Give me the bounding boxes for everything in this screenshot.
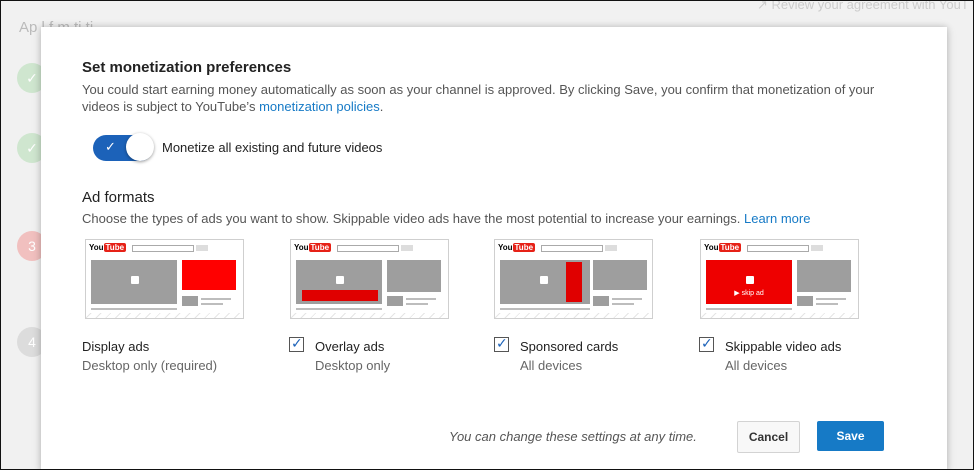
video-player-shape [91, 260, 177, 304]
camera-icon [131, 276, 139, 284]
search-button-shape [811, 245, 823, 251]
camera-icon [336, 276, 344, 284]
torn-edge [291, 313, 448, 318]
search-button-shape [605, 245, 617, 251]
save-button[interactable]: Save [817, 421, 884, 451]
overlay-ads-subtitle: Desktop only [315, 358, 391, 373]
skip-ad-label: ▶ skip ad [734, 290, 764, 297]
review-agreement-link[interactable]: ↗ Review your agreement with YouT [757, 1, 969, 13]
torn-edge [86, 313, 243, 318]
monetization-description-text: You could start earning money automatica… [82, 82, 875, 114]
skippable-video-ads-thumbnail: You Tube ▶ skip ad [700, 239, 859, 319]
ad-formats-description: Choose the types of ads you want to show… [82, 211, 810, 226]
monetization-policies-link[interactable]: monetization policies [259, 99, 380, 114]
search-bar-shape [541, 245, 603, 252]
description-period: . [379, 99, 384, 114]
side-video-shape [593, 260, 647, 290]
search-button-shape [196, 245, 208, 251]
checkmark-icon: ✓ [701, 335, 713, 351]
video-player-shape [500, 260, 590, 304]
related-thumb-shape [797, 296, 813, 306]
overlay-ad-banner [302, 290, 378, 301]
checkmark-icon: ✓ [496, 335, 508, 351]
related-line-shape [612, 298, 642, 300]
related-line-shape [816, 298, 846, 300]
related-line-shape [201, 298, 231, 300]
search-button-shape [401, 245, 413, 251]
screenshot-frame: Ap l f m ti ti ↗ Review your agreement w… [0, 0, 974, 470]
learn-more-link[interactable]: Learn more [744, 211, 810, 226]
youtube-logo: You Tube [294, 243, 332, 252]
skippable-video-ads-subtitle: All devices [725, 358, 788, 373]
ad-formats-title: Ad formats [82, 189, 155, 206]
related-line-shape [612, 303, 634, 305]
youtube-logo: You Tube [89, 243, 127, 252]
search-bar-shape [747, 245, 809, 252]
display-ads-thumbnail: You Tube [85, 239, 244, 319]
description-line-shape [500, 308, 590, 310]
youtube-logo: You Tube [498, 243, 536, 252]
ad-formats-description-text: Choose the types of ads you want to show… [82, 211, 741, 226]
torn-edge [701, 313, 858, 318]
monetization-preferences-title: Set monetization preferences [82, 59, 292, 76]
related-line-shape [201, 303, 223, 305]
checkmark-icon: ✓ [291, 335, 303, 351]
youtube-logo: You Tube [704, 243, 742, 252]
description-line-shape [296, 308, 382, 310]
monetization-dialog: Set monetization preferences You could s… [41, 27, 947, 469]
skippable-ad-player: ▶ skip ad [706, 260, 792, 304]
related-thumb-shape [593, 296, 609, 306]
video-player-shape [296, 260, 382, 304]
search-bar-shape [337, 245, 399, 252]
overlay-ads-checkbox[interactable]: ✓ [289, 335, 304, 352]
sponsored-cards-label: Sponsored cards [520, 339, 619, 354]
overlay-ads-thumbnail: You Tube [290, 239, 449, 319]
description-line-shape [706, 308, 792, 310]
camera-icon [540, 276, 548, 284]
display-ads-subtitle: Desktop only (required) [82, 358, 218, 373]
camera-icon [746, 276, 754, 284]
related-thumb-shape [182, 296, 198, 306]
toggle-check-icon: ✓ [105, 139, 116, 154]
side-video-shape [797, 260, 851, 292]
side-video-shape [387, 260, 441, 292]
torn-edge [495, 313, 652, 318]
toggle-knob [126, 133, 154, 161]
related-thumb-shape [387, 296, 403, 306]
skippable-video-ads-checkbox[interactable]: ✓ [699, 335, 714, 352]
search-bar-shape [132, 245, 194, 252]
display-ads-label: Display ads [82, 339, 150, 354]
monetization-description: You could start earning money automatica… [82, 81, 902, 115]
description-line-shape [91, 308, 177, 310]
skippable-video-ads-label: Skippable video ads [725, 339, 842, 354]
related-line-shape [816, 303, 838, 305]
sponsored-cards-checkbox[interactable]: ✓ [494, 335, 509, 352]
cancel-button[interactable]: Cancel [737, 421, 800, 453]
monetize-toggle[interactable]: ✓ [93, 133, 154, 161]
monetize-toggle-label: Monetize all existing and future videos [162, 140, 383, 155]
overlay-ads-label: Overlay ads [315, 339, 385, 354]
sponsored-cards-subtitle: All devices [520, 358, 583, 373]
display-ad-banner [182, 260, 236, 290]
sponsored-cards-thumbnail: You Tube [494, 239, 653, 319]
sponsored-card-panel [566, 262, 582, 302]
related-line-shape [406, 298, 436, 300]
related-line-shape [406, 303, 428, 305]
settings-note: You can change these settings at any tim… [449, 429, 697, 444]
